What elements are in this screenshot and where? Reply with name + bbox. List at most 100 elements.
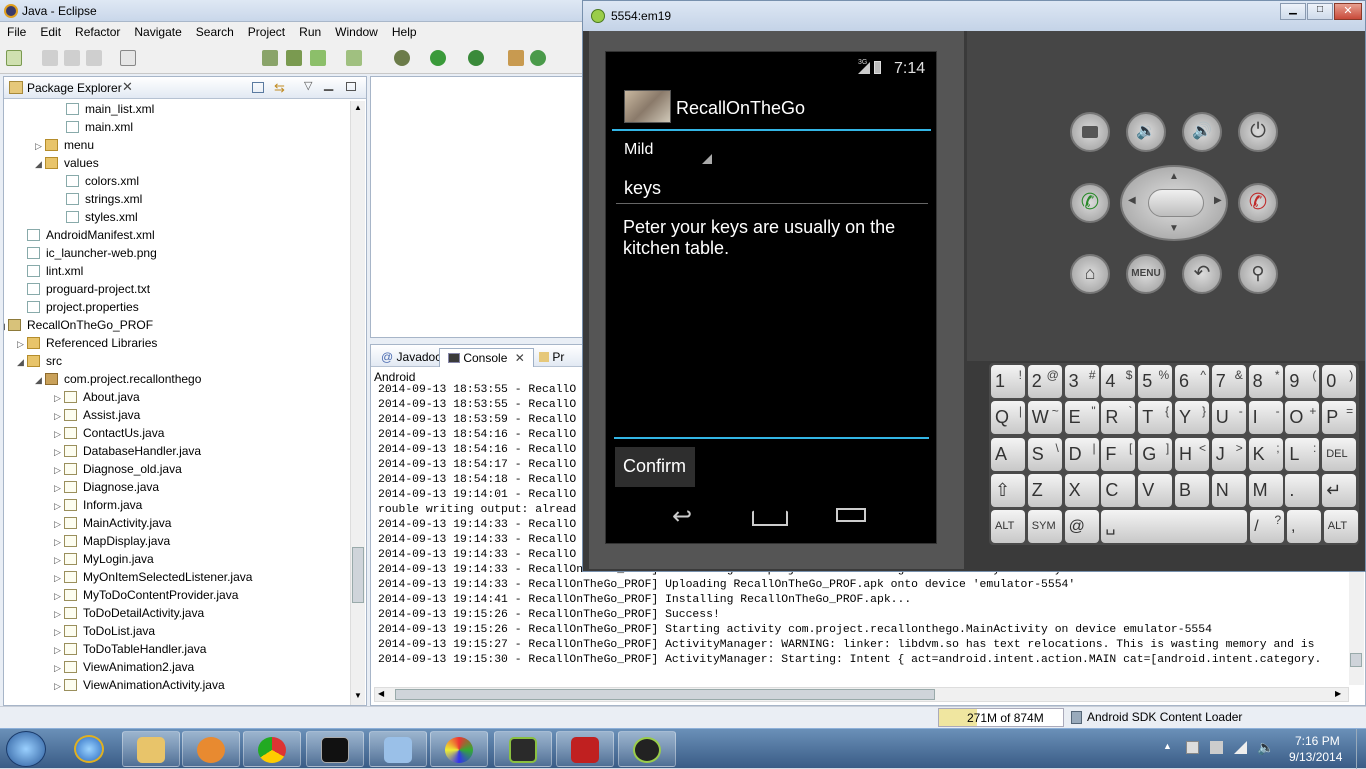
binary-icon[interactable] [120, 50, 136, 66]
expand-arrow-icon[interactable]: ▷ [54, 479, 64, 497]
expand-arrow-icon[interactable]: ▷ [54, 551, 64, 569]
key[interactable]: T{ [1138, 401, 1173, 435]
expand-arrow-icon[interactable]: ▷ [35, 137, 45, 155]
minimize-button[interactable]: ▁ [1280, 3, 1306, 20]
key[interactable]: I- [1248, 401, 1283, 435]
expand-arrow-icon[interactable]: ▷ [54, 623, 64, 641]
show-desktop-button[interactable] [1356, 729, 1366, 769]
clock-date[interactable]: 9/13/2014 [1289, 750, 1342, 764]
show-hidden-icons[interactable]: ▲ [1163, 741, 1172, 751]
key[interactable]: P = [1322, 401, 1357, 435]
key[interactable]: K; [1248, 437, 1283, 471]
home-nav-icon[interactable] [752, 502, 788, 526]
key[interactable]: , [1287, 510, 1321, 543]
tree-item[interactable]: ▷ ViewAnimation2.java [54, 658, 194, 676]
expand-arrow-icon[interactable]: ▷ [54, 587, 64, 605]
tree-item[interactable]: ▷ MyOnItemSelectedListener.java [54, 568, 252, 586]
tree-item[interactable]: AndroidManifest.xml [17, 226, 155, 244]
paint-taskbar-button[interactable] [430, 731, 488, 767]
media-player-taskbar-button[interactable] [182, 731, 240, 767]
sdk-manager-icon[interactable] [262, 50, 278, 66]
confirm-button[interactable]: Confirm [615, 447, 695, 487]
key[interactable]: ⇧ [991, 474, 1025, 508]
trash-icon[interactable] [1071, 711, 1082, 724]
key[interactable]: B [1175, 474, 1209, 508]
package-explorer-scrollbar[interactable]: ▲ ▼ [350, 101, 365, 705]
save-all-icon[interactable] [64, 50, 80, 66]
tree-item[interactable]: ▷ MyToDoContentProvider.java [54, 586, 238, 604]
chrome-taskbar-button[interactable] [243, 731, 301, 767]
key[interactable]: X [1064, 474, 1099, 508]
key[interactable]: ALT [991, 510, 1025, 543]
key[interactable]: 5% [1138, 365, 1173, 398]
tree-item[interactable]: ic_launcher-web.png [17, 244, 157, 262]
tab-javadoc[interactable]: @ Javadoc [373, 348, 449, 367]
key[interactable]: R ` [1101, 401, 1136, 435]
network-icon[interactable] [1210, 741, 1223, 754]
key[interactable]: SYM [1027, 510, 1062, 543]
power-button[interactable]: ⏻ [1238, 112, 1278, 152]
menu-item-run[interactable]: Run [292, 22, 328, 39]
expand-arrow-icon[interactable]: ◢ [35, 155, 45, 173]
tree-item[interactable]: ◢RecallOnTheGo_PROF [4, 316, 153, 334]
key[interactable]: H < [1175, 437, 1209, 471]
scroll-right-arrow[interactable]: ▶ [1335, 689, 1341, 698]
dpad[interactable]: ▲ ▼ ◀ ▶ [1120, 165, 1228, 241]
camera-button[interactable] [1070, 112, 1110, 152]
expand-arrow-icon[interactable]: ▷ [54, 407, 64, 425]
collapse-all-icon[interactable] [252, 82, 264, 93]
key[interactable]: ALT [1323, 510, 1358, 543]
tree-item[interactable]: strings.xml [56, 190, 142, 208]
key[interactable]: DEL [1322, 437, 1357, 471]
menu-item-edit[interactable]: Edit [33, 22, 68, 39]
android-emulator-taskbar-button[interactable] [618, 731, 676, 767]
avd-manager-icon[interactable] [286, 50, 302, 66]
key[interactable]: S \ [1027, 437, 1062, 471]
scroll-thumb[interactable] [352, 547, 364, 603]
package-explorer-tab[interactable]: Package Explorer [27, 81, 122, 95]
key[interactable]: D | [1064, 437, 1099, 471]
dpad-left-icon[interactable]: ◀ [1128, 195, 1136, 206]
signal-bars-icon[interactable] [1234, 741, 1247, 754]
expand-arrow-icon[interactable]: ▷ [54, 533, 64, 551]
tree-item[interactable]: ◢ values [35, 154, 99, 172]
home-button[interactable]: ⌂ [1070, 254, 1110, 294]
tree-item[interactable]: lint.xml [17, 262, 83, 280]
expand-arrow-icon[interactable]: ▷ [54, 425, 64, 443]
menu-item-window[interactable]: Window [328, 22, 385, 39]
view-menu-icon[interactable]: ▽ [304, 79, 312, 92]
android-wizard-icon[interactable] [346, 50, 362, 66]
tree-item[interactable]: ▷ menu [35, 136, 94, 154]
key[interactable]: /? [1250, 510, 1285, 543]
tree-item[interactable]: project.properties [17, 298, 139, 316]
tree-item[interactable]: ▷ MyLogin.java [54, 550, 154, 568]
expand-arrow-icon[interactable]: ▷ [54, 605, 64, 623]
severity-spinner[interactable]: Mild [616, 138, 712, 164]
call-button[interactable]: ✆ [1070, 183, 1110, 223]
key[interactable]: 2 @ [1027, 365, 1062, 398]
expand-arrow-icon[interactable]: ▷ [54, 389, 64, 407]
message-field[interactable]: Peter your keys are usually on the kitch… [614, 214, 929, 439]
dpad-right-icon[interactable]: ▶ [1214, 195, 1222, 206]
tree-item[interactable]: ▷ ToDoList.java [54, 622, 155, 640]
key[interactable]: J > [1211, 437, 1246, 471]
key[interactable]: V [1138, 474, 1173, 508]
clock-time[interactable]: 7:16 PM [1295, 734, 1340, 748]
key[interactable]: 9( [1285, 365, 1320, 398]
tree-item[interactable]: ▷ ContactUs.java [54, 424, 164, 442]
run-icon[interactable] [430, 50, 446, 66]
key[interactable]: N [1211, 474, 1246, 508]
key[interactable]: M [1248, 474, 1283, 508]
key[interactable]: 1! [991, 365, 1025, 398]
lint-icon[interactable] [310, 50, 326, 66]
dpad-center[interactable] [1148, 189, 1204, 217]
save-icon[interactable] [42, 50, 58, 66]
volume-up-button[interactable]: 🔊 [1182, 112, 1222, 152]
key[interactable]: 0) [1322, 365, 1357, 398]
new-java-package-icon[interactable] [508, 50, 524, 66]
key[interactable]: Q | [991, 401, 1025, 435]
tree-item[interactable]: ▷ Inform.java [54, 496, 142, 514]
tree-item[interactable]: ▷ ToDoTableHandler.java [54, 640, 206, 658]
key[interactable]: . [1285, 474, 1320, 508]
start-button[interactable] [6, 731, 46, 767]
